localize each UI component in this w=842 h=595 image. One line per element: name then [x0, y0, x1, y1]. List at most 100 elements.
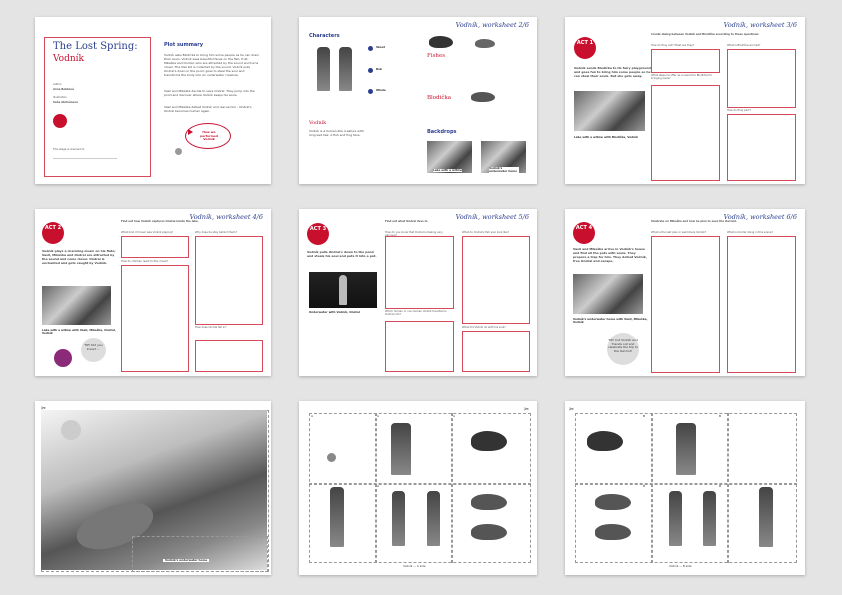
question-3: What steps he offer as a reward to Blodi… [651, 74, 713, 81]
act-badge: ACT 2 [42, 222, 64, 244]
license-label: This stage is licensed to: [53, 148, 86, 151]
blodicka-label: Blodička [427, 95, 452, 101]
cut-marker: A [453, 414, 456, 418]
vodnik-cutout [759, 487, 773, 547]
tip-bubble: TIP! Cut Vodník and friends out and cele… [607, 333, 639, 365]
scene-photo [42, 286, 111, 325]
backdrop-caption-1: Lake with a willow [433, 168, 462, 173]
answer-box-4[interactable] [195, 340, 263, 372]
illustration-label: Illustration [53, 96, 67, 99]
logo-icon [53, 114, 67, 128]
backdrops-heading: Backdrops [427, 129, 457, 135]
answer-box-4[interactable] [462, 331, 530, 372]
worksheet-2: Vodník, worksheet 2/6 Characters Vodník … [299, 17, 537, 184]
plot-paragraph-2: Vasil and Mikeška decide to save Ondral.… [164, 89, 255, 98]
act-intro: Vodník sends Blodička to its fairy playg… [574, 66, 651, 79]
answer-box-3[interactable] [651, 85, 720, 181]
fox-cutout [703, 491, 716, 546]
play-icon[interactable] [188, 129, 193, 135]
act-badge: ACT 4 [573, 222, 595, 244]
fox-cutout [669, 491, 682, 546]
question-2: What is Blodička worried? [727, 44, 761, 47]
cat-character [391, 423, 411, 475]
cat-character [676, 423, 696, 475]
question-1: What is the last plan or swimmers Vodník… [651, 231, 707, 234]
author-name: Anna Bobková [53, 88, 74, 91]
worksheet-6: Vodník, worksheet 6/6 ACT 4 Vasil and Mi… [565, 209, 805, 376]
blodicka-image [471, 92, 495, 102]
answer-box-2[interactable] [121, 265, 189, 372]
cut-divider [309, 483, 531, 485]
answer-box-2[interactable] [727, 236, 796, 373]
cut-divider [727, 413, 729, 563]
plot-paragraph-1: Vodník asks Blodička to bring him some p… [164, 53, 259, 78]
answer-box-1[interactable] [385, 236, 454, 309]
cut-divider [651, 413, 653, 563]
cut-marker: B [719, 484, 722, 488]
cut-marker: B [643, 484, 646, 488]
act-badge: ACT 1 [574, 37, 596, 59]
vodnik-label: Vodník [309, 120, 327, 126]
question-2: What do Ondral's fish soul look like? [462, 231, 509, 234]
answer-box-2[interactable] [727, 49, 796, 108]
label-box [132, 536, 268, 572]
answer-box-3[interactable] [195, 236, 263, 325]
vodnik-figure [339, 275, 347, 305]
answer-box-1[interactable] [651, 49, 720, 73]
plot-paragraph-3: Vasil and Mikeška defeat Vodník and resc… [164, 105, 252, 114]
illustrator-name: Soňa Abrhámová [53, 101, 78, 104]
fish-cutout [471, 524, 507, 540]
fish-cutout [595, 494, 631, 510]
act-badge: ACT 3 [307, 223, 329, 245]
fox-cutout [392, 491, 405, 546]
answer-box-1[interactable] [651, 236, 720, 373]
instruction-title: Find out what Ondral lives in. [385, 220, 429, 223]
worksheet-subtitle: Vodník [53, 54, 84, 64]
worksheet-1: The Lost Spring: Vodník Author Anna Bobk… [35, 17, 271, 184]
instruction-title: Illustrate on Mikeška and how he plan to… [651, 220, 737, 223]
worksheet-4: Vodník, worksheet 4/6 ACT 2 Vodník plays… [35, 209, 271, 376]
cut-divider [451, 413, 453, 563]
fish-image [429, 36, 453, 48]
worksheet-5: Vodník, worksheet 5/6 ACT 3 Vodník pulls… [299, 209, 537, 376]
row-3-label: Whale [376, 88, 386, 92]
side-caption: Vodník — B side [669, 564, 692, 568]
scene-caption: Vodník's underwater home with Vasil, Mik… [573, 317, 648, 325]
worksheet-title: The Lost Spring: [53, 41, 138, 52]
answer-box-3[interactable] [385, 321, 454, 372]
backdrop-caption-2: Vodník's underwater home [489, 166, 519, 174]
fox-cutout [427, 491, 440, 546]
fishes-label: Fishes [427, 53, 446, 59]
cut-marker: A [377, 484, 380, 488]
page-header: Vodník, worksheet 2/6 [455, 21, 529, 29]
question-1: What kind of music was Vodník playing? [121, 231, 174, 234]
instruction-title: Create dialog between Vodník and Blodičk… [651, 33, 760, 36]
fish-cutout [471, 431, 507, 451]
answer-box-4[interactable] [727, 114, 796, 181]
row-1-label: Skeet [376, 45, 385, 49]
characters-heading: Characters [309, 33, 340, 39]
cutout-side-b: B B B B ✂ Vodník — B side [565, 401, 805, 575]
act-intro: Vasil and Mikeška arrive in Vodník's hou… [573, 247, 647, 264]
cutout-side-a: A A A A ✂ Vodník — A side [299, 401, 537, 575]
cut-marker: B [719, 414, 722, 418]
answer-box-1[interactable] [121, 236, 189, 258]
tip-bubble: TIP! Did you know? ... [81, 338, 106, 362]
cut-divider [575, 483, 797, 485]
cut-marker: B [643, 414, 646, 418]
scene-caption: Lake with a willow with Vasil, Mikeška, … [42, 328, 116, 336]
fish-cutout [587, 431, 623, 451]
side-caption: Vodník — A side [403, 564, 426, 568]
question-2: How do children react to this music? [121, 260, 169, 263]
scene-photo [573, 274, 643, 314]
scene-caption: Underwater with Vodník, Ondral [309, 310, 360, 314]
scene-photo [574, 91, 645, 131]
act-intro: Vodník pulls Ondral's down to the pond a… [307, 250, 377, 259]
page-header: Vodník, worksheet 5/6 [455, 213, 529, 221]
scissors-icon: ✂ [569, 406, 575, 413]
question-1: How do they act? What are they? [651, 44, 695, 47]
question-4: How do they part? [727, 109, 751, 112]
row-2-icon [368, 68, 373, 73]
row-1-icon [368, 46, 373, 51]
answer-box-2[interactable] [462, 236, 530, 324]
